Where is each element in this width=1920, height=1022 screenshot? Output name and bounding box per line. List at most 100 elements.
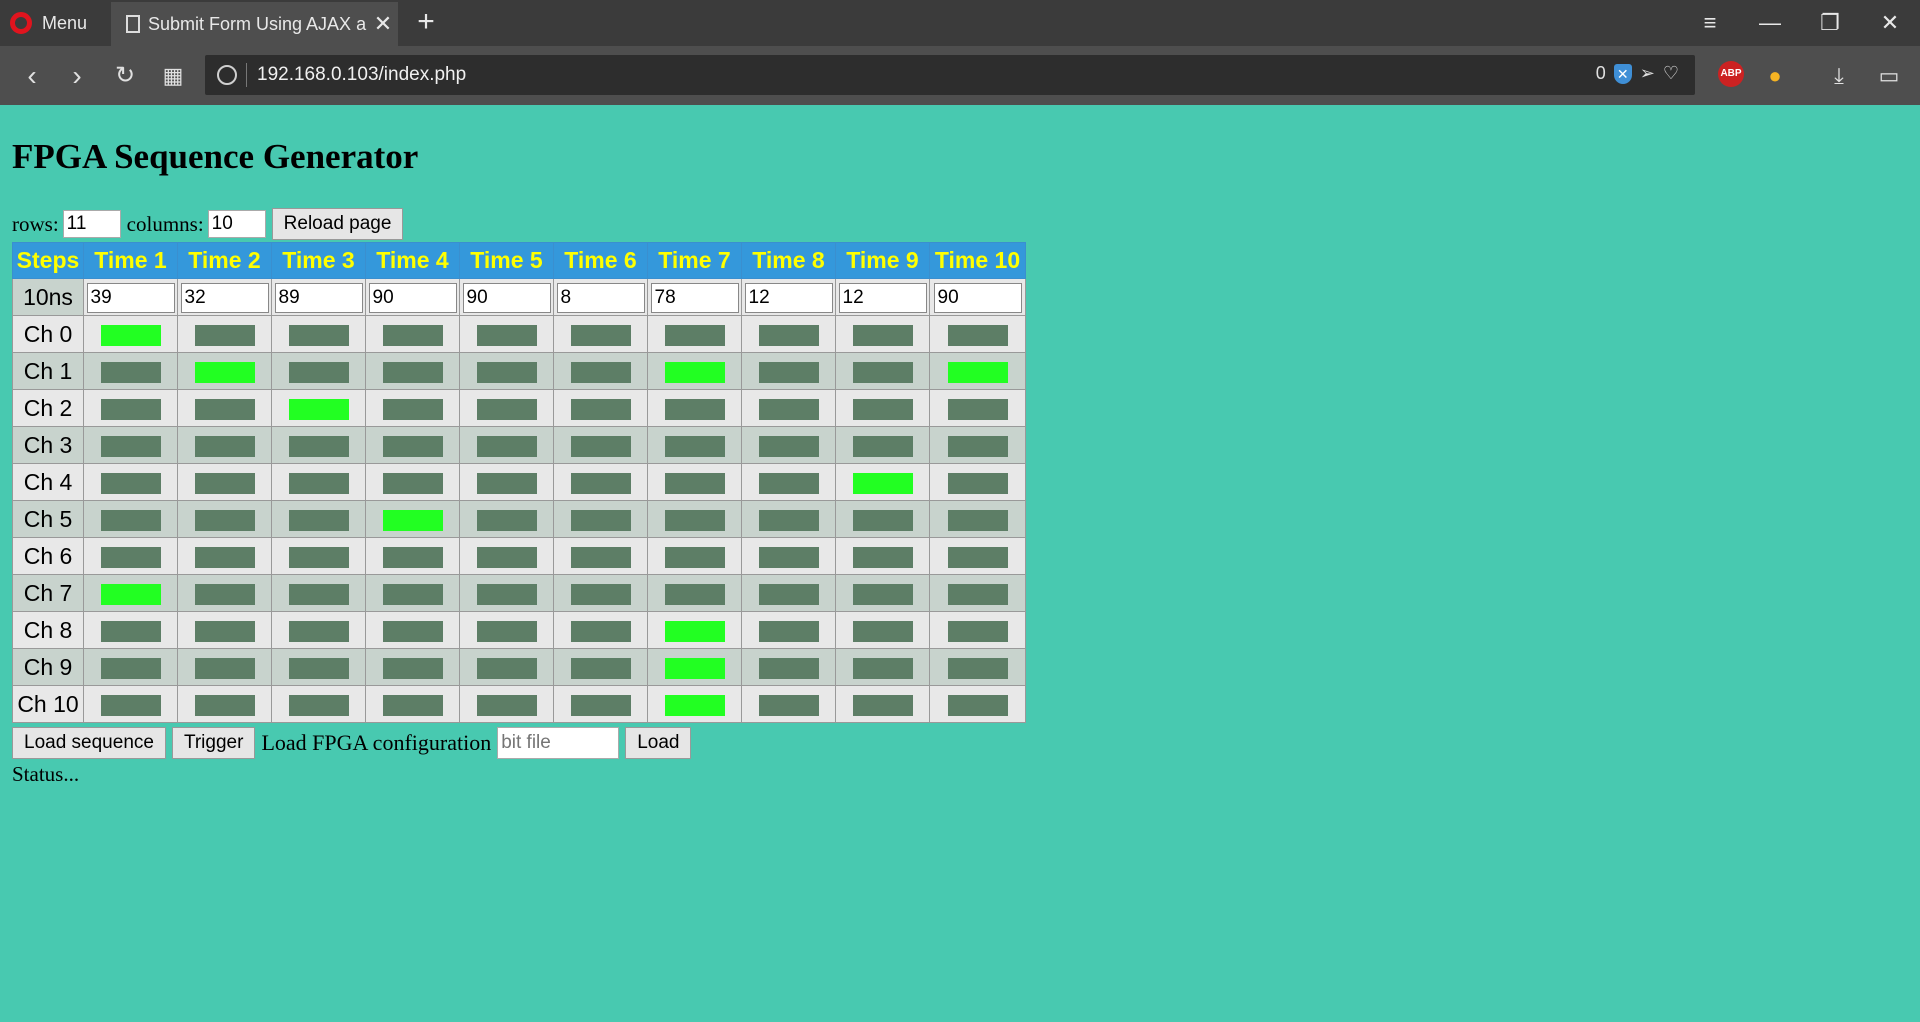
toggle-off[interactable] [194,472,255,494]
toggle-off[interactable] [852,398,913,420]
toggle-off[interactable] [852,361,913,383]
toggle-off[interactable] [570,546,631,568]
toggle-off[interactable] [476,324,537,346]
toggle-off[interactable] [476,694,537,716]
toggle-off[interactable] [382,583,443,605]
toggle-off[interactable] [194,657,255,679]
toggle-on[interactable] [664,620,725,642]
toggle-off[interactable] [194,694,255,716]
toggle-off[interactable] [100,398,161,420]
bulb-icon[interactable]: ● [1760,61,1790,91]
toggle-off[interactable] [288,324,349,346]
toggle-off[interactable] [852,324,913,346]
restore-button[interactable]: ❐ [1810,6,1850,40]
toggle-off[interactable] [570,657,631,679]
heart-icon[interactable]: ♡ [1663,63,1679,84]
toggle-off[interactable] [288,546,349,568]
toggle-off[interactable] [947,694,1008,716]
reload-page-button[interactable]: Reload page [271,208,404,240]
toggle-off[interactable] [382,620,443,642]
toggle-off[interactable] [382,694,443,716]
toggle-off[interactable] [758,472,819,494]
toggle-off[interactable] [570,583,631,605]
toggle-off[interactable] [947,657,1008,679]
toggle-off[interactable] [664,583,725,605]
toggle-on[interactable] [947,361,1008,383]
toggle-off[interactable] [194,583,255,605]
toggle-off[interactable] [382,546,443,568]
minimize-button[interactable]: — [1750,6,1790,40]
toggle-off[interactable] [382,361,443,383]
toggle-on[interactable] [100,583,161,605]
toggle-off[interactable] [476,361,537,383]
toggle-on[interactable] [382,509,443,531]
toggle-off[interactable] [947,620,1008,642]
toggle-off[interactable] [852,583,913,605]
toggle-off[interactable] [570,509,631,531]
time-input-3[interactable] [274,282,363,313]
toggle-off[interactable] [852,435,913,457]
toggle-off[interactable] [288,620,349,642]
toggle-off[interactable] [194,435,255,457]
toggle-off[interactable] [570,361,631,383]
toggle-off[interactable] [758,657,819,679]
tab-menu-icon[interactable]: ≡ [1690,6,1730,40]
toggle-off[interactable] [476,657,537,679]
load-button[interactable]: Load [625,727,692,759]
speed-dial-icon[interactable]: ▦ [155,58,191,94]
toggle-on[interactable] [664,657,725,679]
reload-icon[interactable]: ↻ [107,58,143,94]
toggle-off[interactable] [852,657,913,679]
toggle-off[interactable] [570,694,631,716]
opera-menu-button[interactable]: Menu [10,8,87,38]
toggle-off[interactable] [570,435,631,457]
load-sequence-button[interactable]: Load sequence [12,727,166,759]
toggle-off[interactable] [758,361,819,383]
toggle-off[interactable] [100,546,161,568]
toggle-off[interactable] [570,324,631,346]
time-input-5[interactable] [462,282,551,313]
toggle-off[interactable] [194,546,255,568]
toggle-off[interactable] [382,435,443,457]
forward-button[interactable]: › [59,58,95,94]
toggle-off[interactable] [758,435,819,457]
toggle-off[interactable] [758,324,819,346]
toggle-off[interactable] [947,546,1008,568]
toggle-off[interactable] [570,472,631,494]
toggle-off[interactable] [852,694,913,716]
toggle-off[interactable] [382,324,443,346]
toggle-off[interactable] [664,472,725,494]
toggle-off[interactable] [852,546,913,568]
browser-tab[interactable]: Submit Form Using AJAX a ✕ [111,2,398,46]
time-input-2[interactable] [180,282,269,313]
url-text[interactable]: 192.168.0.103/index.php [257,64,466,86]
time-input-7[interactable] [650,282,739,313]
toggle-off[interactable] [476,620,537,642]
toggle-off[interactable] [288,694,349,716]
toggle-off[interactable] [100,472,161,494]
battery-icon[interactable]: ▭ [1874,61,1904,91]
toggle-off[interactable] [476,435,537,457]
toggle-off[interactable] [288,361,349,383]
time-input-8[interactable] [744,282,833,313]
toggle-off[interactable] [758,694,819,716]
time-input-9[interactable] [838,282,927,313]
time-input-4[interactable] [368,282,457,313]
toggle-off[interactable] [947,398,1008,420]
time-input-10[interactable] [933,282,1022,313]
toggle-off[interactable] [100,509,161,531]
toggle-off[interactable] [288,509,349,531]
toggle-off[interactable] [288,583,349,605]
toggle-off[interactable] [476,546,537,568]
rows-input[interactable] [62,210,121,238]
toggle-off[interactable] [288,435,349,457]
toggle-off[interactable] [194,620,255,642]
toggle-off[interactable] [664,324,725,346]
toggle-off[interactable] [382,657,443,679]
toggle-off[interactable] [947,324,1008,346]
toggle-off[interactable] [570,398,631,420]
toggle-on[interactable] [288,398,349,420]
toggle-off[interactable] [664,435,725,457]
toggle-off[interactable] [100,657,161,679]
toggle-off[interactable] [194,509,255,531]
